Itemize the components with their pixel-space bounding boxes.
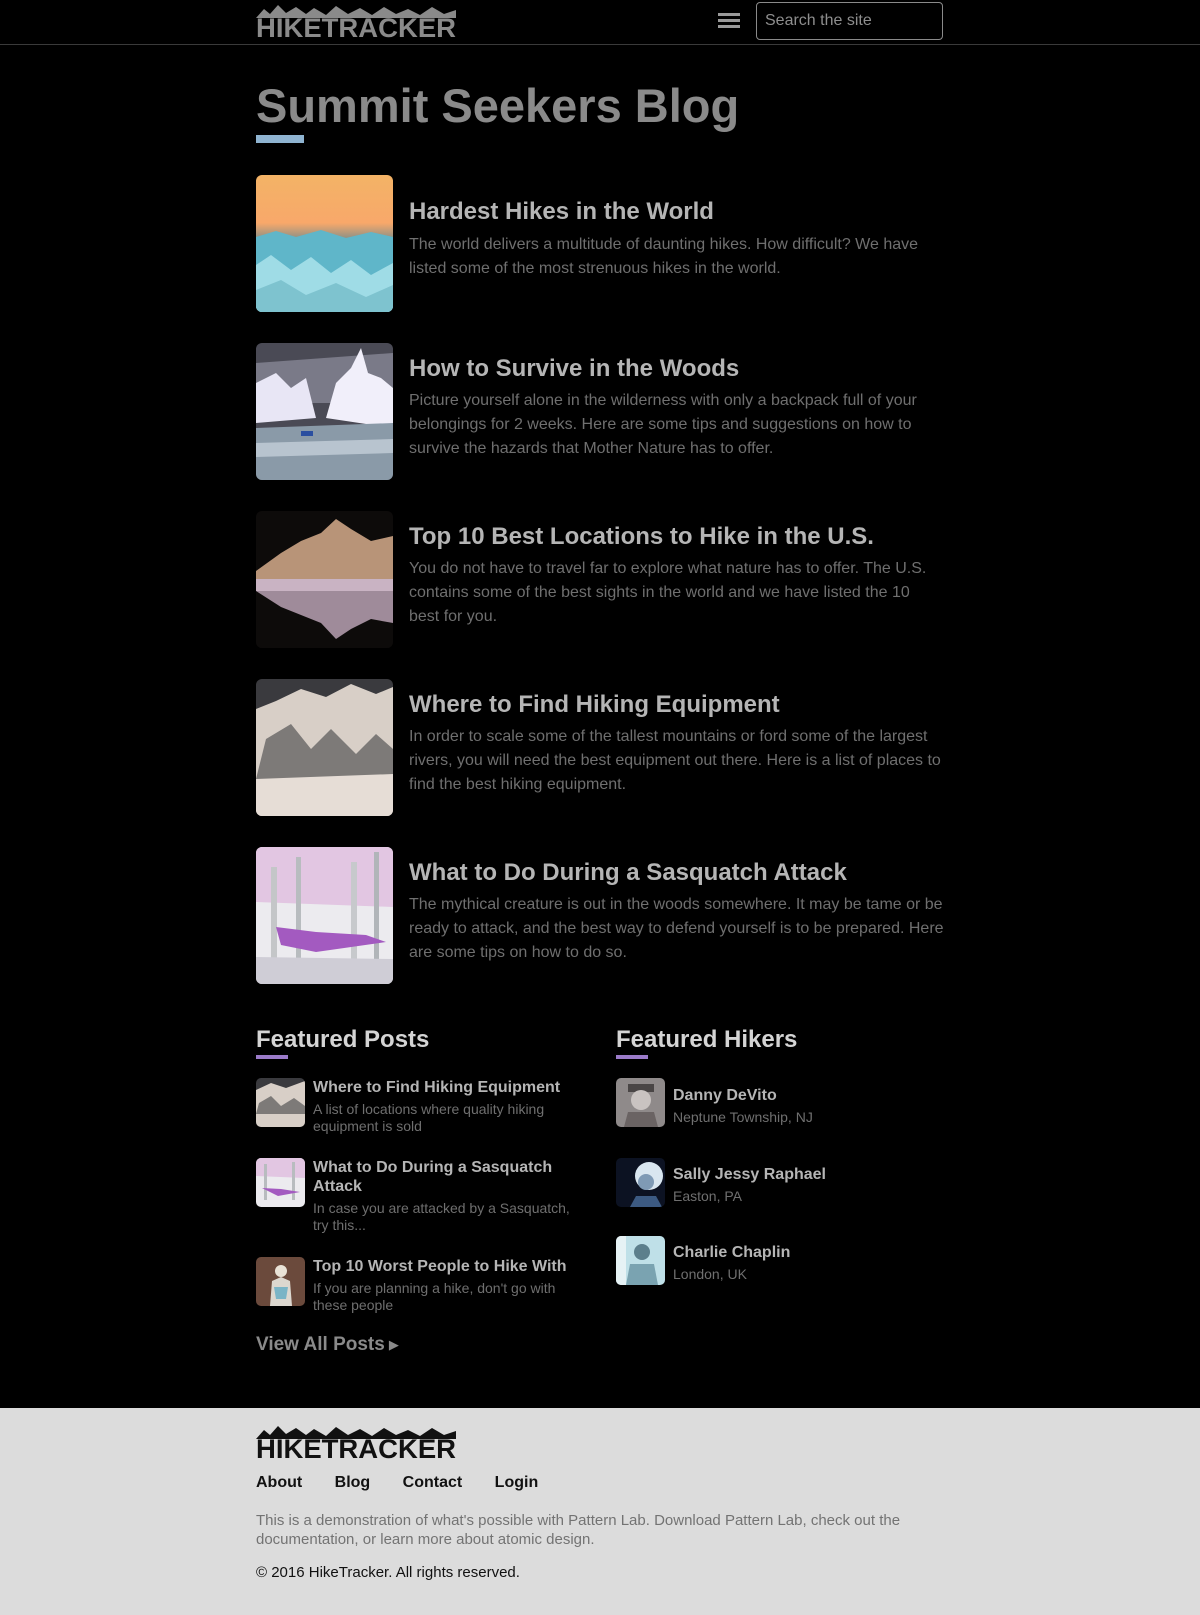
mountain-logo-icon: HIKETRACKER [256, 1426, 456, 1464]
footer-description: This is a demonstration of what's possib… [256, 1512, 901, 1548]
post-item[interactable]: Top 10 Best Locations to Hike in the U.S… [256, 511, 944, 648]
right-triangle-arrow-icon: ▶ [388, 1337, 399, 1352]
mountain-logo-icon: HIKETRACKER [256, 5, 456, 38]
post-thumbnail[interactable] [256, 175, 393, 312]
post-title[interactable]: Hardest Hikes in the World [409, 198, 714, 226]
page-title: Summit Seekers Blog [256, 79, 740, 132]
post-title[interactable]: Where to Find Hiking Equipment [409, 691, 780, 719]
post-description: In order to scale some of the tallest mo… [409, 728, 941, 793]
featured-post-thumbnail[interactable] [256, 1257, 305, 1306]
footer-logo-text: HIKETRACKER [256, 1434, 456, 1459]
view-all-posts-link[interactable]: View All Posts ▶ [256, 1334, 399, 1356]
hiker-location: London, UK [673, 1266, 747, 1282]
hiker-location: Easton, PA [673, 1188, 743, 1204]
post-item[interactable]: What to Do During a Sasquatch Attack The… [256, 847, 944, 984]
footer-link-blog[interactable]: Blog [335, 1474, 371, 1491]
featured-post-description: In case you are attacked by a Sasquatch,… [313, 1200, 570, 1233]
featured-posts-heading: Featured Posts [256, 1026, 430, 1053]
post-description: The mythical creature is out in the wood… [409, 896, 944, 961]
featured-post-thumbnail[interactable] [256, 1078, 305, 1127]
hiker-name[interactable]: Charlie Chaplin [673, 1243, 790, 1262]
featured-post-thumbnail[interactable] [256, 1158, 305, 1207]
hiker-location: Neptune Township, NJ [673, 1109, 813, 1125]
hiker-name[interactable]: Sally Jessy Raphael [673, 1165, 826, 1184]
post-item[interactable]: Where to Find Hiking Equipment In order … [256, 679, 944, 816]
featured-post-description: A list of locations where quality hiking… [313, 1101, 545, 1134]
site-footer: HIKETRACKER About Blog Contact Login Thi… [0, 1408, 1200, 1615]
title-underline [256, 135, 304, 143]
featured-hikers-underline [616, 1055, 648, 1059]
hiker-avatar[interactable] [616, 1158, 665, 1207]
post-thumbnail[interactable] [256, 511, 393, 648]
post-item[interactable]: Hardest Hikes in the World The world del… [256, 175, 944, 312]
hamburger-menu-icon[interactable] [718, 13, 740, 31]
search-input[interactable] [756, 2, 943, 40]
post-description: You do not have to travel far to explore… [409, 560, 927, 625]
hiker-avatar[interactable] [616, 1078, 665, 1127]
post-thumbnail[interactable] [256, 847, 393, 984]
footer-logo[interactable]: HIKETRACKER [256, 1425, 456, 1464]
post-title[interactable]: What to Do During a Sasquatch Attack [409, 859, 847, 887]
post-description: Picture yourself alone in the wilderness… [409, 392, 917, 457]
hiker-avatar[interactable] [616, 1236, 665, 1285]
view-all-label: View All Posts [256, 1334, 385, 1355]
footer-nav: About Blog Contact Login [256, 1474, 566, 1492]
featured-hikers-heading: Featured Hikers [616, 1026, 798, 1053]
post-thumbnail[interactable] [256, 343, 393, 480]
post-title[interactable]: Top 10 Best Locations to Hike in the U.S… [409, 523, 874, 551]
post-title[interactable]: How to Survive in the Woods [409, 355, 739, 383]
featured-post-description: If you are planning a hike, don't go wit… [313, 1280, 556, 1313]
copyright: © 2016 HikeTracker. All rights reserved. [256, 1564, 520, 1581]
featured-post-title[interactable]: Top 10 Worst People to Hike With [313, 1257, 583, 1276]
featured-posts-underline [256, 1055, 288, 1059]
post-thumbnail[interactable] [256, 679, 393, 816]
featured-post-title[interactable]: What to Do During a Sasquatch Attack [313, 1158, 583, 1196]
site-header: HIKETRACKER [0, 0, 1200, 45]
footer-link-contact[interactable]: Contact [403, 1474, 463, 1491]
logo-text: HIKETRACKER [256, 13, 456, 38]
footer-link-login[interactable]: Login [495, 1474, 539, 1491]
post-item[interactable]: How to Survive in the Woods Picture your… [256, 343, 944, 480]
hiker-name[interactable]: Danny DeVito [673, 1086, 777, 1105]
post-description: The world delivers a multitude of daunti… [409, 236, 919, 277]
site-logo[interactable]: HIKETRACKER [256, 4, 456, 38]
footer-link-about[interactable]: About [256, 1474, 302, 1491]
featured-post-title[interactable]: Where to Find Hiking Equipment [313, 1078, 583, 1097]
